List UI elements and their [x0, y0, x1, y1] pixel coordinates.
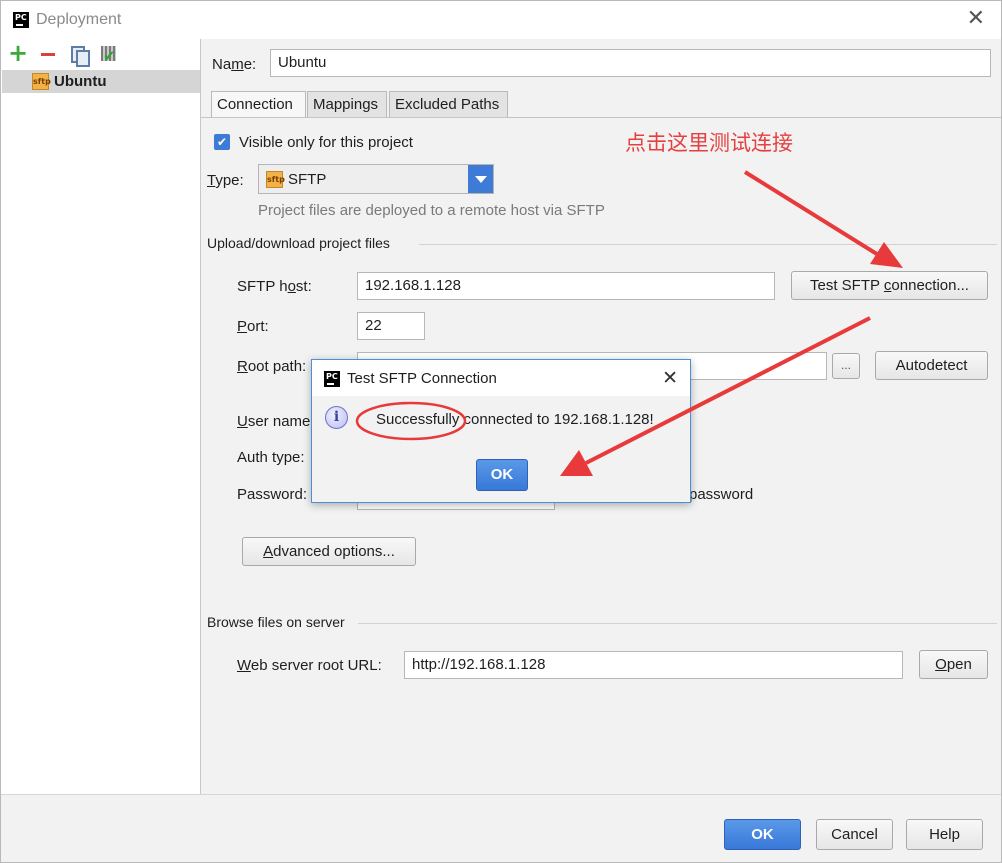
dialog-footer: OK Cancel Help	[1, 794, 1001, 862]
title-bar: PC Deployment ✕	[1, 1, 1001, 39]
server-list-panel: + sftp Ubuntu	[1, 39, 201, 794]
dialog-ok-button[interactable]: OK	[476, 459, 528, 491]
upload-section-divider	[419, 244, 997, 245]
chevron-down-icon[interactable]	[468, 165, 493, 193]
root-path-label: Root path:	[237, 358, 307, 375]
name-label: Name:	[212, 56, 257, 73]
sftp-host-label: SFTP host:	[237, 278, 312, 295]
tab-connection[interactable]: Connection	[211, 91, 306, 118]
type-select[interactable]: sftp SFTP	[258, 164, 494, 194]
server-item-label: Ubuntu	[54, 73, 107, 90]
save-password-label: password	[689, 486, 754, 503]
sftp-host-field[interactable]: 192.168.1.128	[357, 272, 775, 300]
server-list-toolbar: +	[1, 39, 200, 69]
dialog-title-bar: PC Test SFTP Connection ✕	[312, 360, 690, 396]
dialog-message: Successfully connected to 192.168.1.128!	[376, 411, 654, 428]
upload-section-title: Upload/download project files	[207, 235, 390, 251]
sftp-type-icon: sftp	[266, 171, 285, 188]
browse-section-divider	[358, 623, 997, 624]
test-connection-dialog: PC Test SFTP Connection ✕ i Successfully…	[311, 359, 691, 503]
visible-only-checkbox[interactable]: ✔	[214, 134, 230, 150]
advanced-options-button[interactable]: Advanced options...	[242, 537, 416, 566]
auth-type-label: Auth type:	[237, 449, 305, 466]
open-button[interactable]: Open	[919, 650, 988, 679]
password-label: Password:	[237, 486, 308, 503]
close-icon[interactable]: ✕	[967, 8, 985, 30]
add-icon[interactable]: +	[8, 41, 28, 65]
annotation-text: 点击这里测试连接	[625, 131, 793, 155]
info-icon: i	[325, 406, 348, 429]
set-default-icon[interactable]	[100, 45, 118, 65]
dialog-title: Test SFTP Connection	[347, 370, 497, 387]
type-label: Type:	[207, 172, 244, 189]
web-root-url-field[interactable]: http://192.168.1.128	[404, 651, 903, 679]
web-root-label: Web server root URL:	[237, 657, 382, 674]
dialog-close-icon[interactable]: ✕	[662, 367, 678, 389]
port-label: Port:	[237, 318, 269, 335]
remove-icon[interactable]	[39, 45, 57, 63]
tab-excluded-paths[interactable]: Excluded Paths	[389, 91, 508, 118]
autodetect-button[interactable]: Autodetect	[875, 351, 988, 380]
test-sftp-connection-button[interactable]: Test SFTP connection...	[791, 271, 988, 300]
pycharm-icon: PC	[13, 12, 29, 28]
sftp-server-icon: sftp	[32, 73, 51, 90]
window-title: Deployment	[36, 11, 122, 28]
pycharm-icon: PC	[324, 371, 340, 387]
cancel-button[interactable]: Cancel	[816, 819, 893, 850]
type-hint: Project files are deployed to a remote h…	[258, 202, 605, 219]
type-select-value: SFTP	[288, 171, 327, 188]
server-item-ubuntu[interactable]: sftp Ubuntu	[2, 70, 200, 93]
help-button[interactable]: Help	[906, 819, 983, 850]
visible-only-label: Visible only for this project	[239, 134, 413, 151]
tab-divider	[201, 117, 1001, 118]
port-field[interactable]: 22	[357, 312, 425, 340]
ok-button[interactable]: OK	[724, 819, 801, 850]
browse-button[interactable]: ...	[832, 353, 860, 379]
browse-section-title: Browse files on server	[207, 614, 345, 630]
name-field[interactable]: Ubuntu	[270, 49, 991, 77]
copy-icon[interactable]	[69, 45, 90, 67]
tab-mappings[interactable]: Mappings	[307, 91, 387, 118]
user-name-label: User name:	[237, 413, 315, 430]
